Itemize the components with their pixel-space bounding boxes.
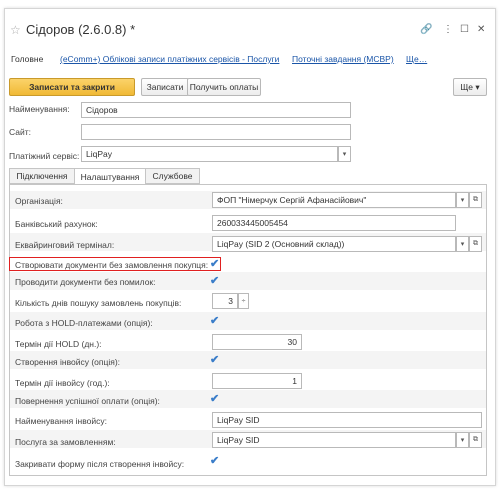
close-form-label: Закривати форму після створення інвойсу:: [15, 459, 185, 469]
invoice-checkbox[interactable]: ✔: [210, 355, 221, 366]
org-open-icon[interactable]: ⧉: [469, 192, 482, 208]
tab-connection[interactable]: Підключення: [9, 168, 75, 184]
more-menu-icon[interactable]: ⋮: [443, 24, 453, 35]
days-label: Кількість днів пошуку замовлень покупців…: [15, 298, 182, 308]
service-dropdown-icon[interactable]: ▾: [338, 146, 351, 162]
invoice-label: Створення інвойсу (опція):: [15, 357, 121, 367]
terminal-label: Еквайринговий термінал:: [15, 240, 115, 250]
invoice-hours-label: Термін дії інвойсу (год.):: [15, 378, 110, 388]
save-close-button[interactable]: Записати та закрити: [9, 78, 135, 96]
hold-label: Робота з HOLD-платежами (опція):: [15, 318, 153, 328]
chevron-down-icon: ▾: [473, 81, 480, 92]
terminal-open-icon[interactable]: ⧉: [469, 236, 482, 252]
window-title: Сідоров (2.6.0.8) *: [26, 22, 136, 37]
create-docs-label: Створювати документи без замовлення поку…: [15, 260, 209, 270]
create-docs-checkbox[interactable]: ✔: [210, 259, 221, 270]
name-label: Найменування:: [9, 104, 70, 114]
org-dropdown-icon[interactable]: ▾: [456, 192, 469, 208]
refund-checkbox[interactable]: ✔: [210, 394, 221, 405]
terminal-dropdown-icon[interactable]: ▾: [456, 236, 469, 252]
days-stepper-icon[interactable]: ÷: [238, 293, 249, 309]
bank-label: Банківський рахунок:: [15, 219, 98, 229]
org-field[interactable]: ФОП "Німерчук Сергій Афанасійович": [212, 192, 456, 208]
invoice-name-field[interactable]: LiqPay SID: [212, 412, 482, 428]
nav-link-tasks[interactable]: Поточні завдання (МСВР): [292, 54, 394, 64]
close-form-checkbox[interactable]: ✔: [210, 456, 221, 467]
days-field[interactable]: 3: [212, 293, 238, 309]
link-icon[interactable]: 🔗: [420, 24, 432, 35]
site-label: Сайт:: [9, 127, 31, 137]
no-errors-checkbox[interactable]: ✔: [210, 276, 221, 287]
refund-label: Повернення успішної оплати (опція):: [15, 396, 160, 406]
org-label: Організація:: [15, 196, 63, 206]
tab-settings[interactable]: Налаштування: [74, 168, 146, 185]
nav-more[interactable]: Ще…: [406, 54, 427, 64]
hold-days-label: Термін дії HOLD (дн.):: [15, 339, 102, 349]
site-field[interactable]: [81, 124, 351, 140]
tab-service[interactable]: Службове: [145, 168, 200, 184]
close-icon[interactable]: ✕: [477, 24, 485, 35]
nav-link-services[interactable]: (eComm+) Облікові записи платіжних серві…: [60, 54, 279, 64]
hold-checkbox[interactable]: ✔: [210, 316, 221, 327]
service-order-dropdown-icon[interactable]: ▾: [456, 432, 469, 448]
service-field[interactable]: LiqPay: [81, 146, 338, 162]
more-label: Ще: [460, 82, 474, 92]
no-errors-label: Проводити документи без помилок:: [15, 277, 156, 287]
get-payments-button[interactable]: Получить оплаты: [187, 78, 261, 96]
service-order-label: Послуга за замовленням:: [15, 437, 116, 447]
invoice-name-label: Найменування інвойсу:: [15, 416, 107, 426]
star-icon[interactable]: ☆: [10, 23, 21, 37]
bank-field[interactable]: 260033445005454: [212, 215, 456, 231]
hold-days-field[interactable]: 30: [212, 334, 302, 350]
maximize-icon[interactable]: ☐: [460, 24, 469, 35]
service-order-open-icon[interactable]: ⧉: [469, 432, 482, 448]
invoice-hours-field[interactable]: 1: [212, 373, 302, 389]
service-label: Платіжний сервіс:: [9, 151, 80, 161]
terminal-field[interactable]: LiqPay (SID 2 (Основний склад)): [212, 236, 456, 252]
name-field[interactable]: Сідоров: [81, 102, 351, 118]
service-order-field[interactable]: LiqPay SID: [212, 432, 456, 448]
nav-main[interactable]: Головне: [11, 54, 43, 64]
save-button[interactable]: Записати: [141, 78, 189, 96]
more-button[interactable]: Ще ▾: [453, 78, 487, 96]
